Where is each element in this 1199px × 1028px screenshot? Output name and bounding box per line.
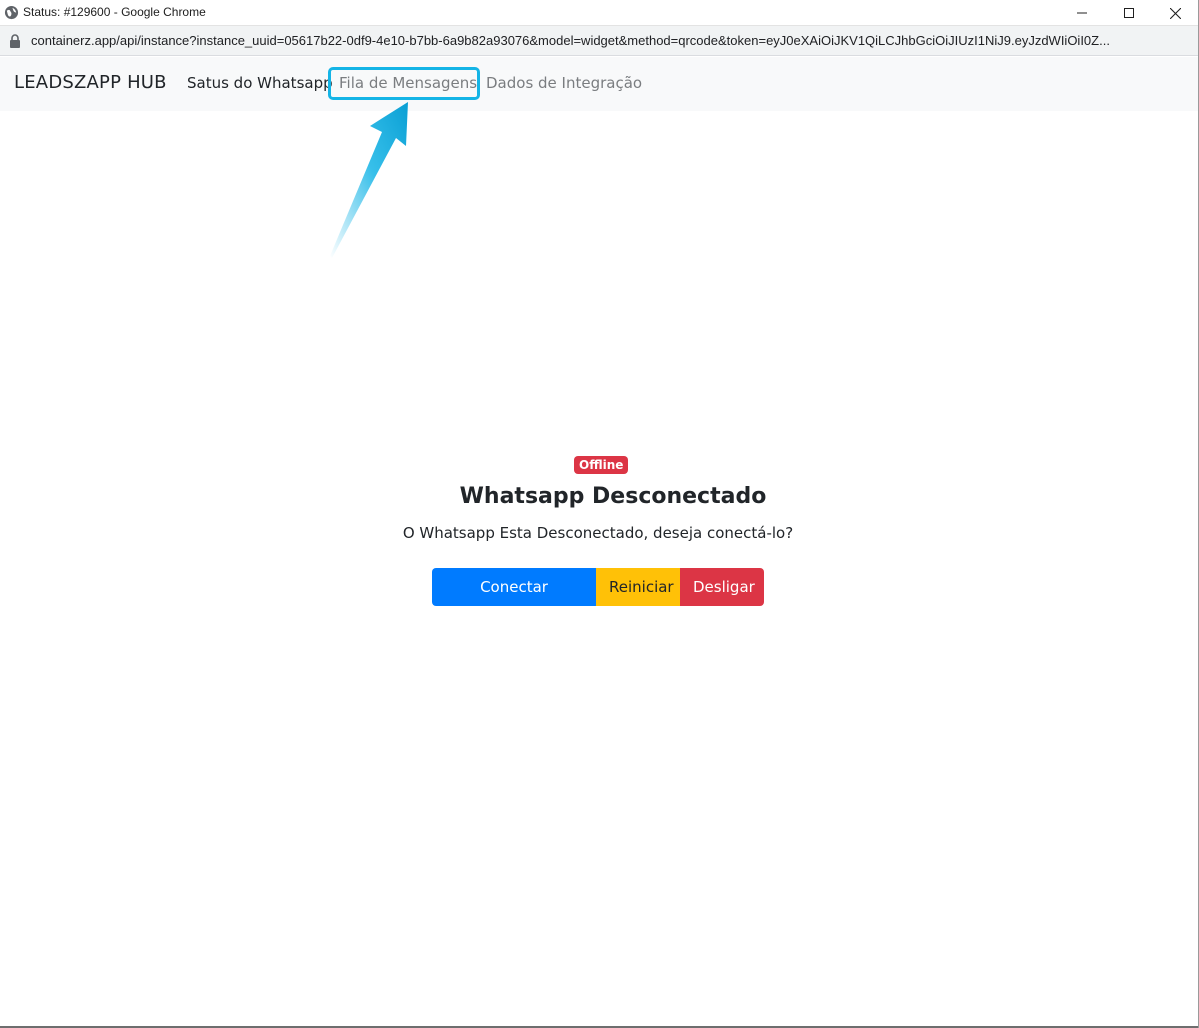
minimize-button[interactable]	[1059, 0, 1105, 26]
shutdown-button[interactable]: Desligar	[680, 568, 764, 606]
minimize-icon	[1077, 12, 1087, 14]
url-text[interactable]: containerz.app/api/instance?instance_uui…	[31, 33, 1191, 48]
restart-button[interactable]: Reiniciar	[596, 568, 680, 606]
nav-status-whatsapp[interactable]: Satus do Whatsapp	[187, 74, 333, 92]
status-badge: Offline	[574, 456, 629, 474]
address-bar[interactable]: containerz.app/api/instance?instance_uui…	[0, 26, 1199, 56]
main-content: Offline Whatsapp Desconectado O Whatsapp…	[0, 111, 1199, 1027]
navbar: LEADSZAPP HUB Satus do Whatsapp Fila de …	[0, 57, 1199, 111]
window-titlebar: Status: #129600 - Google Chrome	[0, 0, 1199, 26]
close-button[interactable]	[1152, 0, 1198, 26]
maximize-icon	[1124, 8, 1134, 18]
lock-icon	[10, 34, 20, 48]
status-heading: Whatsapp Desconectado	[459, 484, 767, 509]
maximize-button[interactable]	[1106, 0, 1152, 26]
connect-whatsapp-button[interactable]: Conectar Whatsapp	[432, 568, 596, 634]
action-button-group: Conectar Whatsapp Reiniciar Desligar	[432, 568, 764, 634]
status-message: O Whatsapp Esta Desconectado, deseja con…	[402, 524, 794, 542]
brand-logo[interactable]: LEADSZAPP HUB	[14, 72, 167, 93]
window-title: Status: #129600 - Google Chrome	[23, 5, 206, 19]
globe-icon	[4, 5, 19, 20]
close-icon	[1169, 7, 1181, 19]
nav-integration-data[interactable]: Dados de Integração	[486, 74, 642, 92]
